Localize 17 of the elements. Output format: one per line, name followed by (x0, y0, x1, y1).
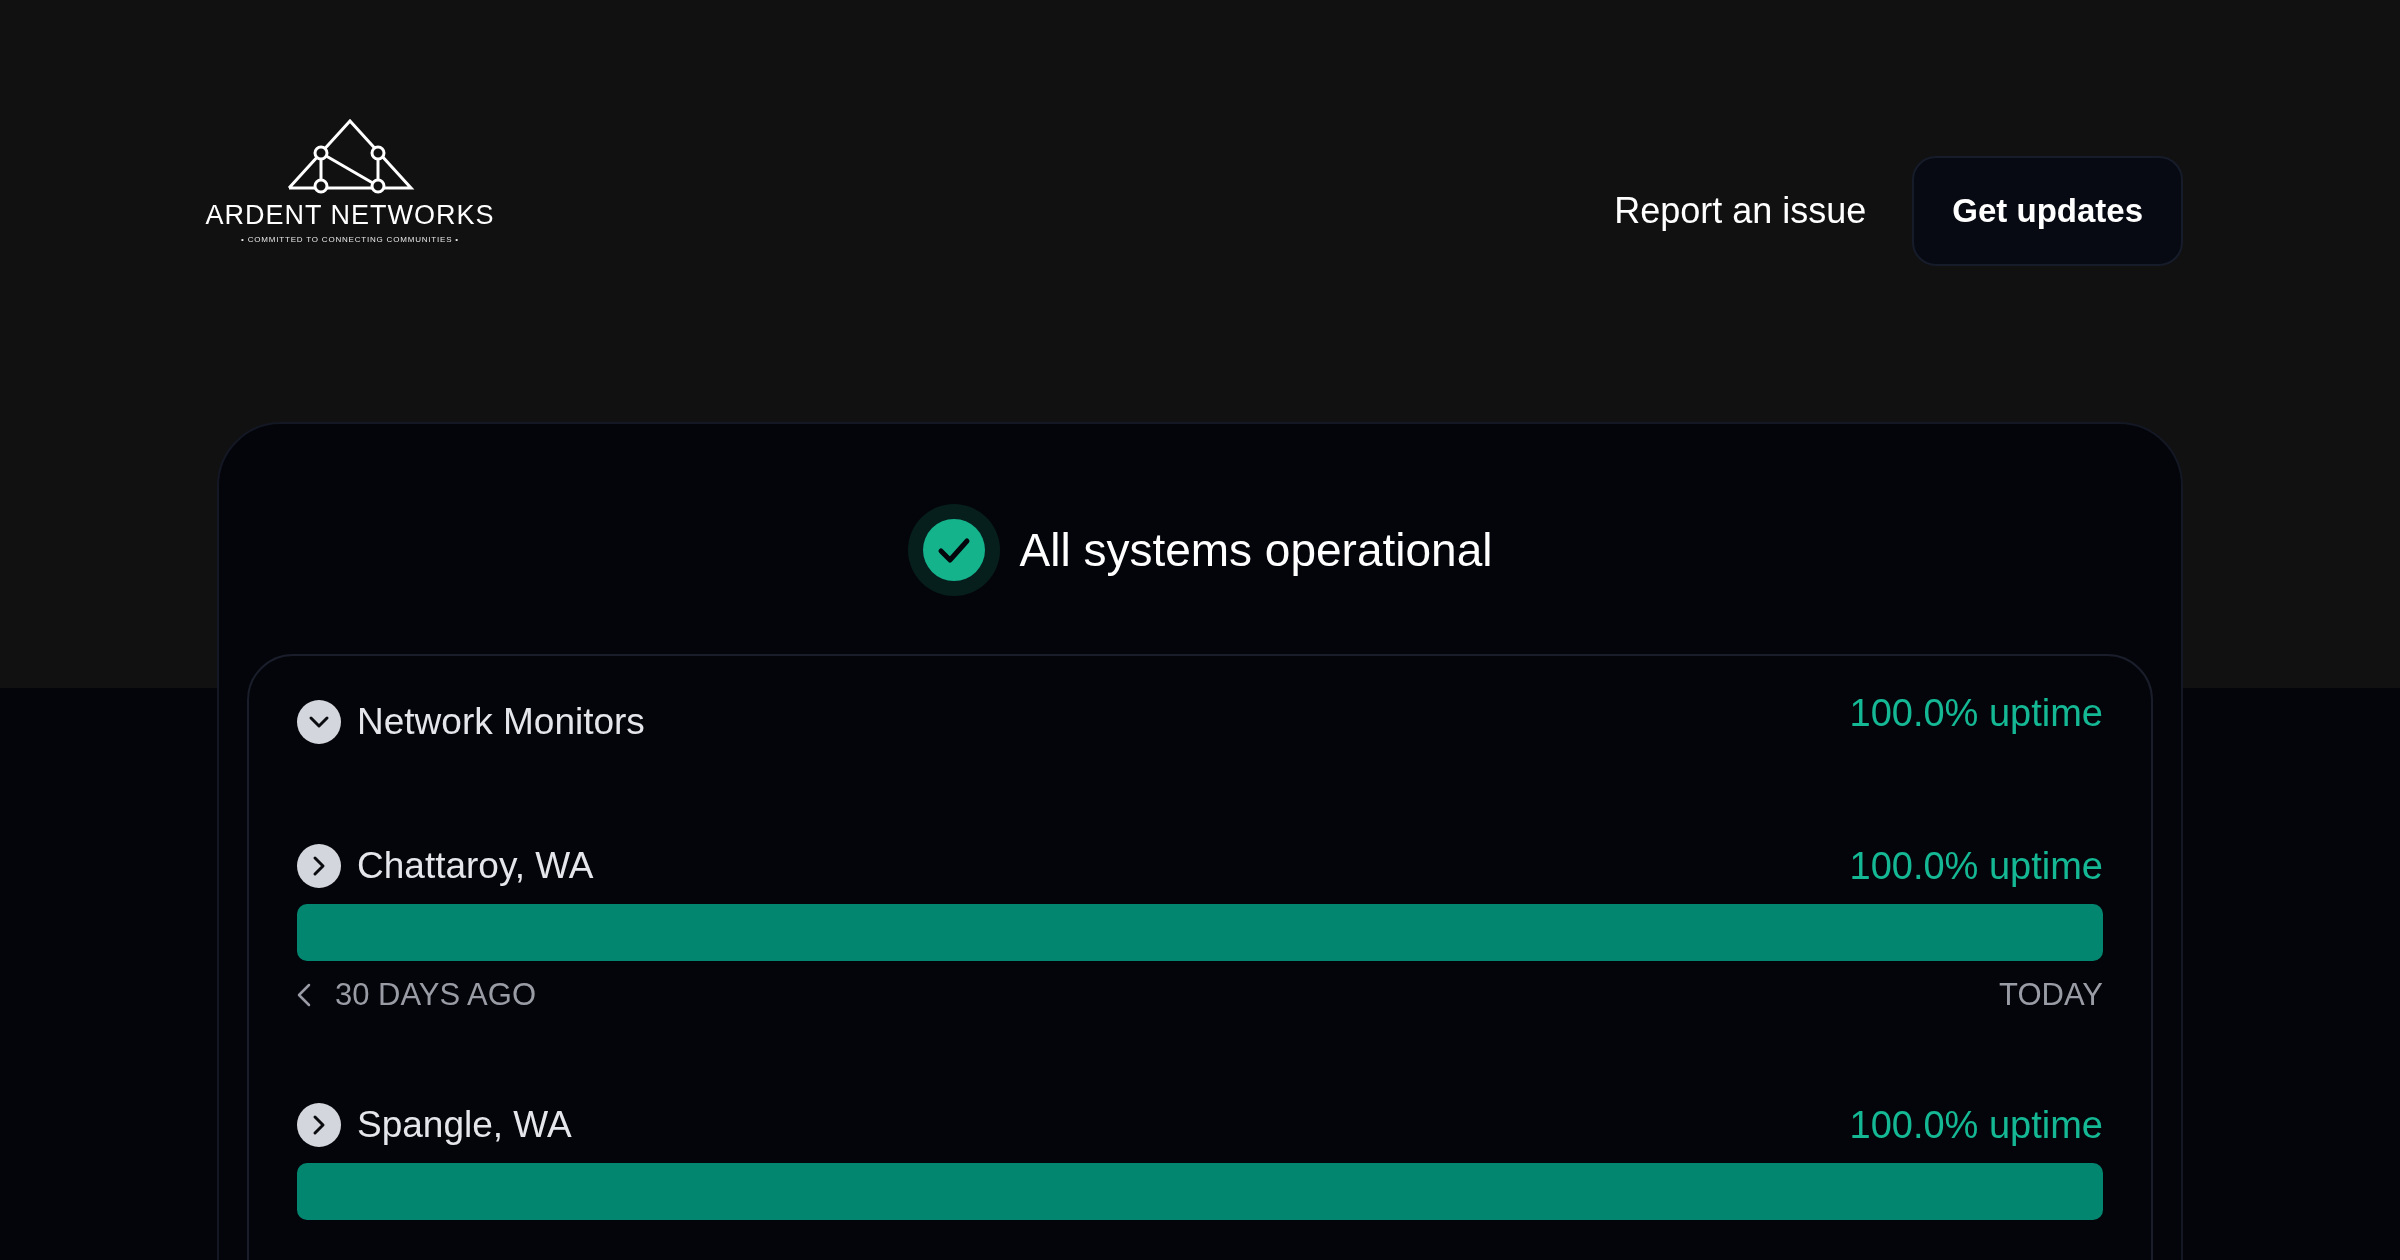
group-name: Network Monitors (357, 701, 645, 743)
logo-wordmark: ARDENT NETWORKS (205, 200, 495, 231)
range-start-label: 30 DAYS AGO (335, 977, 536, 1013)
report-issue-link[interactable]: Report an issue (1614, 190, 1867, 232)
chevron-down-icon[interactable] (297, 700, 341, 744)
logo-tagline: • COMMITTED TO CONNECTING COMMUNITIES • (241, 235, 459, 244)
chevron-right-icon[interactable] (297, 844, 341, 888)
range-end-label: TODAY (1999, 977, 2103, 1013)
chevron-right-icon[interactable] (297, 1103, 341, 1147)
monitor-name: Chattaroy, WA (357, 845, 594, 887)
uptime-percentage: 100.0% uptime (1849, 1104, 2103, 1147)
uptime-percentage: 100.0% uptime (1849, 692, 2103, 735)
monitor-name: Spangle, WA (357, 1104, 572, 1146)
status-message: All systems operational (1019, 523, 1493, 577)
uptime-percentage: 100.0% uptime (1849, 845, 2103, 888)
get-updates-button[interactable]: Get updates (1912, 156, 2183, 266)
chevron-left-icon[interactable] (297, 983, 311, 1007)
